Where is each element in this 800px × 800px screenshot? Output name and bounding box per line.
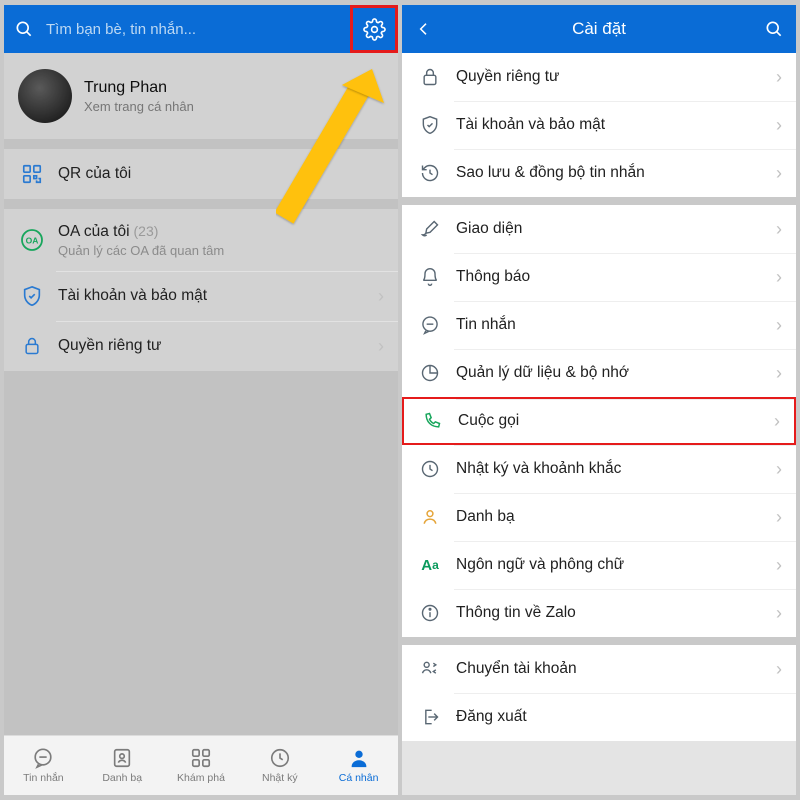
row-label: Tài khoản và bảo mật — [58, 287, 378, 305]
search-icon[interactable] — [12, 17, 36, 41]
chevron-right-icon: › — [776, 163, 782, 184]
row-label: Quyền riêng tư — [58, 337, 378, 355]
chevron-right-icon: › — [776, 507, 782, 528]
settings-backup-row[interactable]: Sao lưu & đồng bộ tin nhắn › — [402, 149, 796, 197]
settings-language-row[interactable]: Aa Ngôn ngữ và phông chữ › — [402, 541, 796, 589]
row-label: Thông tin về Zalo — [456, 604, 776, 622]
row-label: Ngôn ngữ và phông chữ — [456, 556, 776, 574]
contacts-icon — [111, 747, 133, 769]
chevron-right-icon: › — [776, 267, 782, 288]
chevron-right-icon: › — [776, 115, 782, 136]
chat-icon — [32, 747, 54, 769]
svg-text:OA: OA — [26, 236, 39, 246]
row-label: Giao diện — [456, 220, 776, 238]
settings-screen: Cài đặt Quyền riêng tư › Tài khoản và bả… — [402, 5, 796, 795]
settings-switch-account-row[interactable]: Chuyển tài khoản › — [402, 645, 796, 693]
settings-diary-row[interactable]: Nhật ký và khoảnh khắc › — [402, 445, 796, 493]
profile-name: Trung Phan — [84, 79, 194, 97]
header-bar: Cài đặt — [402, 5, 796, 53]
chevron-right-icon: › — [776, 603, 782, 624]
qr-row[interactable]: QR của tôi — [4, 149, 398, 199]
row-label: QR của tôi — [58, 165, 384, 183]
pie-icon — [416, 359, 444, 387]
chevron-right-icon: › — [776, 555, 782, 576]
switch-icon — [416, 655, 444, 683]
clock-icon — [416, 455, 444, 483]
settings-account-row[interactable]: Tài khoản và bảo mật › — [402, 101, 796, 149]
row-subtitle: Quản lý các OA đã quan tâm — [58, 243, 384, 258]
row-label: Chuyển tài khoản — [456, 660, 776, 678]
clock-icon — [269, 747, 291, 769]
settings-gear-button[interactable] — [350, 5, 398, 53]
history-icon — [416, 159, 444, 187]
chevron-right-icon: › — [776, 315, 782, 336]
tab-diary[interactable]: Nhật ký — [240, 736, 319, 795]
brush-icon — [416, 215, 444, 243]
row-label: Cuộc gọi — [458, 412, 774, 430]
profile-subtitle: Xem trang cá nhân — [84, 99, 194, 114]
chevron-right-icon: › — [378, 286, 384, 307]
person-icon — [348, 747, 370, 769]
phone-icon — [418, 407, 446, 435]
grid-icon — [190, 747, 212, 769]
lock-icon — [416, 63, 444, 91]
settings-message-row[interactable]: Tin nhắn › — [402, 301, 796, 349]
settings-privacy-row[interactable]: Quyền riêng tư › — [402, 53, 796, 101]
account-security-row[interactable]: Tài khoản và bảo mật › — [4, 271, 398, 321]
tab-discover[interactable]: Khám phá — [162, 736, 241, 795]
oa-row[interactable]: OA OA của tôi(23) Quản lý các OA đã quan… — [4, 209, 398, 271]
settings-about-row[interactable]: Thông tin về Zalo › — [402, 589, 796, 637]
oa-count: (23) — [134, 223, 159, 239]
search-icon[interactable] — [762, 17, 786, 41]
chevron-right-icon: › — [776, 67, 782, 88]
message-icon — [416, 311, 444, 339]
row-label: Danh bạ — [456, 508, 776, 526]
lock-icon — [18, 332, 46, 360]
shield-icon — [416, 111, 444, 139]
row-label: Thông báo — [456, 268, 776, 286]
font-icon: Aa — [416, 551, 444, 579]
row-label: Sao lưu & đồng bộ tin nhắn — [456, 164, 776, 182]
row-label: Quyền riêng tư — [456, 68, 776, 86]
page-title: Cài đặt — [402, 19, 796, 39]
chevron-right-icon: › — [776, 659, 782, 680]
settings-logout-row[interactable]: Đăng xuất — [402, 693, 796, 741]
personal-screen: Tìm bạn bè, tin nhắn... Trung Phan Xem t… — [4, 5, 398, 795]
settings-storage-row[interactable]: Quản lý dữ liệu & bộ nhớ › — [402, 349, 796, 397]
row-label: Tài khoản và bảo mật — [456, 116, 776, 134]
chevron-right-icon: › — [776, 363, 782, 384]
chevron-right-icon: › — [776, 459, 782, 480]
row-label: Đăng xuất — [456, 708, 782, 726]
oa-icon: OA — [18, 226, 46, 254]
logout-icon — [416, 703, 444, 731]
search-input[interactable]: Tìm bạn bè, tin nhắn... — [46, 21, 350, 38]
qr-icon — [18, 160, 46, 188]
tab-bar: Tin nhắn Danh bạ Khám phá Nhật ký Cá nhâ… — [4, 735, 398, 795]
header-bar: Tìm bạn bè, tin nhắn... — [4, 5, 398, 53]
chevron-right-icon: › — [776, 219, 782, 240]
privacy-row[interactable]: Quyền riêng tư › — [4, 321, 398, 371]
settings-contacts-row[interactable]: Danh bạ › — [402, 493, 796, 541]
profile-row[interactable]: Trung Phan Xem trang cá nhân — [4, 53, 398, 139]
row-label: Tin nhắn — [456, 316, 776, 334]
settings-notify-row[interactable]: Thông báo › — [402, 253, 796, 301]
person-icon — [416, 503, 444, 531]
settings-interface-row[interactable]: Giao diện › — [402, 205, 796, 253]
row-label: OA của tôi — [58, 223, 130, 241]
row-label: Quản lý dữ liệu & bộ nhớ — [456, 364, 776, 382]
tab-contacts[interactable]: Danh bạ — [83, 736, 162, 795]
tab-messages[interactable]: Tin nhắn — [4, 736, 83, 795]
chevron-right-icon: › — [774, 411, 780, 432]
settings-call-row[interactable]: Cuộc gọi › — [402, 397, 796, 445]
row-label: Nhật ký và khoảnh khắc — [456, 460, 776, 478]
info-icon — [416, 599, 444, 627]
chevron-right-icon: › — [378, 336, 384, 357]
shield-icon — [18, 282, 46, 310]
avatar — [18, 69, 72, 123]
bell-icon — [416, 263, 444, 291]
tab-personal[interactable]: Cá nhân — [319, 736, 398, 795]
